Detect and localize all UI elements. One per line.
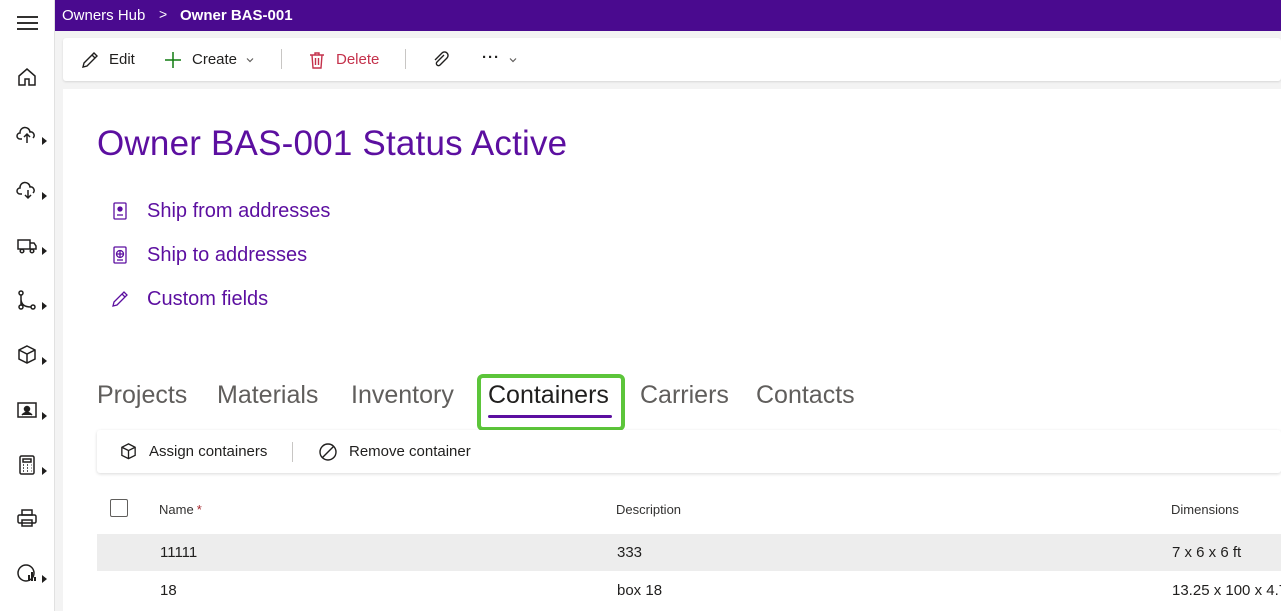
ship-to-addresses-link[interactable]: Ship to addresses [110,241,307,269]
breadcrumb-current: Owner BAS-001 [180,7,293,24]
contact-card-icon [17,402,37,418]
contact-card-icon [113,202,127,220]
tab-inventory[interactable]: Inventory [351,381,454,410]
nav-reports[interactable] [0,553,55,593]
calculator-icon [19,455,35,475]
custom-fields-link[interactable]: Custom fields [110,285,268,313]
nav-contacts[interactable] [0,390,55,430]
delete-label: Delete [336,51,380,68]
cell-description: box 18 [617,582,663,599]
edit-button[interactable]: Edit [80,38,135,81]
left-nav-rail [0,0,55,611]
cell-dimensions: 13.25 x 100 x 4.75 in [1172,582,1281,599]
toolbar-divider [405,49,406,69]
cell-description: 333 [617,544,643,561]
chevron-down-icon [246,57,254,62]
assign-containers-label: Assign containers [149,443,268,460]
chevron-down-icon [509,57,517,62]
cell-name: 11111 [160,544,198,561]
page-title: Owner BAS-001 Status Active [97,124,568,163]
home-icon [18,68,36,86]
cell-name: 18 [160,582,177,599]
table-row[interactable]: 18 box 18 13.25 x 100 x 4.75 in [97,572,1281,609]
app-header: Owners Hub > Owner BAS-001 [55,0,1281,31]
attach-button[interactable] [431,38,460,81]
prohibited-icon [319,442,337,461]
remove-container-button[interactable]: Remove container [318,430,471,473]
cell-dimensions: 7 x 6 x 6 ft [1172,544,1242,561]
create-label: Create [192,51,238,68]
select-all-checkbox[interactable] [110,499,128,517]
nav-upload[interactable] [0,115,55,155]
tab-projects[interactable]: Projects [97,381,187,410]
column-header-name[interactable]: Name * [159,502,202,517]
nav-billing[interactable] [0,445,55,485]
trash-icon [310,51,324,69]
edit-label: Edit [109,51,135,68]
toolbar-divider [292,442,293,462]
nav-home[interactable] [0,57,55,97]
remove-container-label: Remove container [349,443,471,460]
workflow-icon [18,290,36,310]
pencil-icon [82,51,98,68]
plus-icon [165,51,181,68]
pencil-icon [112,291,128,307]
delete-button[interactable]: Delete [307,38,379,81]
globe-card-icon [113,246,127,264]
nav-workflow[interactable] [0,280,55,320]
nav-materials[interactable] [0,335,55,375]
column-header-dimensions[interactable]: Dimensions [1171,502,1239,517]
download-cloud-icon [16,181,35,200]
breadcrumb-separator: > [159,6,168,22]
cube-icon [18,345,36,364]
truck-icon [17,239,37,254]
focus-highlight [477,374,625,431]
paperclip-icon [434,50,449,66]
column-name-label: Name [159,502,194,517]
column-header-description[interactable]: Description [616,502,681,517]
printer-icon [17,509,37,527]
table-header: Name * Description Dimensions [97,491,1281,527]
custom-fields-label: Custom fields [147,287,269,310]
create-button[interactable]: Create [163,38,264,81]
breadcrumb-owners-hub[interactable]: Owners Hub [62,7,145,24]
table-row[interactable]: 11111 333 7 x 6 x 6 ft [97,534,1281,571]
hamburger-icon[interactable] [17,14,39,32]
ship-from-addresses-link[interactable]: Ship from addresses [110,197,330,225]
owner-detail-card: Owner BAS-001 Status Active Ship from ad… [63,89,1281,611]
report-icon [17,564,36,582]
nav-download[interactable] [0,170,55,210]
more-icon: ··· [482,49,500,66]
command-bar: Edit Create Delete ··· [63,38,1281,81]
required-marker: * [196,502,202,517]
tab-materials[interactable]: Materials [217,381,318,410]
grid-command-bar: Assign containers Remove container [97,430,1281,473]
ship-from-label: Ship from addresses [147,199,331,222]
more-commands-button[interactable]: ··· [482,38,527,81]
upload-icon [16,126,35,143]
tab-carriers[interactable]: Carriers [640,381,729,410]
toolbar-divider [281,49,282,69]
cube-icon [121,443,136,460]
ship-to-label: Ship to addresses [147,243,308,266]
assign-containers-button[interactable]: Assign containers [119,430,267,473]
nav-shipping[interactable] [0,225,55,265]
tab-contacts[interactable]: Contacts [756,381,855,410]
nav-print[interactable] [0,498,55,538]
